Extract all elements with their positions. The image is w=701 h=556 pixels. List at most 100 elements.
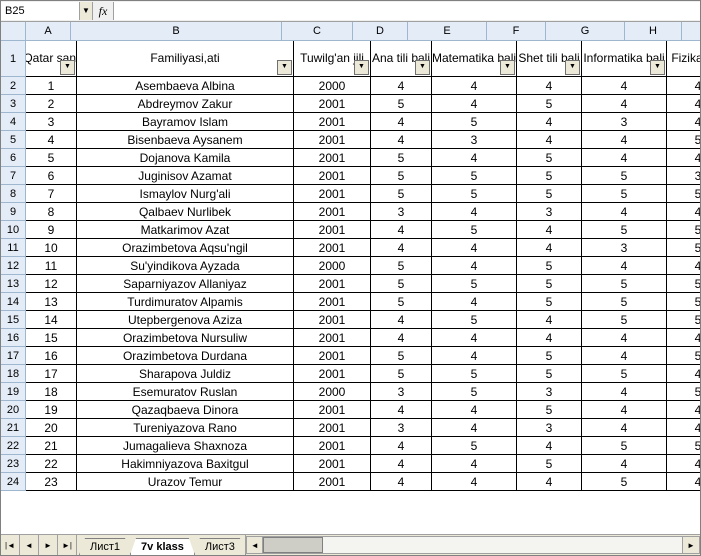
cell[interactable]: 4 <box>582 95 667 113</box>
cell[interactable]: 4 <box>582 347 667 365</box>
cell[interactable]: 16 <box>26 347 77 365</box>
cell[interactable]: 5 <box>26 149 77 167</box>
cell[interactable]: 5 <box>667 311 700 329</box>
cell[interactable]: 6 <box>26 167 77 185</box>
cell[interactable]: 2001 <box>294 221 371 239</box>
column-header-C[interactable]: C <box>282 22 353 40</box>
cell[interactable]: 5 <box>371 293 432 311</box>
cell[interactable]: Utepbergenova Aziza <box>77 311 294 329</box>
row-header[interactable]: 19 <box>1 383 26 401</box>
cell[interactable]: 1 <box>26 77 77 95</box>
cell[interactable]: 4 <box>667 149 700 167</box>
filter-button-A[interactable] <box>60 60 75 75</box>
column-header-D[interactable]: D <box>353 22 408 40</box>
cell[interactable]: 4 <box>667 77 700 95</box>
header-cell-G[interactable]: Informatika bali <box>582 41 667 77</box>
cell[interactable]: Turdimuratov Alpamis <box>77 293 294 311</box>
cell[interactable]: 21 <box>26 437 77 455</box>
cell[interactable]: Qalbaev Nurlibek <box>77 203 294 221</box>
cell[interactable]: 5 <box>667 239 700 257</box>
cell[interactable]: 5 <box>517 401 582 419</box>
row-header[interactable]: 8 <box>1 185 26 203</box>
cell[interactable]: 4 <box>432 149 517 167</box>
column-header-G[interactable]: G <box>546 22 625 40</box>
cell[interactable]: 2001 <box>294 149 371 167</box>
cell[interactable]: Bayramov Islam <box>77 113 294 131</box>
column-header-F[interactable]: F <box>487 22 546 40</box>
row-header[interactable]: 5 <box>1 131 26 149</box>
cell[interactable]: 4 <box>582 149 667 167</box>
cell[interactable]: 4 <box>582 401 667 419</box>
cell[interactable]: 5 <box>432 437 517 455</box>
cell[interactable]: 5 <box>371 275 432 293</box>
row-header[interactable]: 7 <box>1 167 26 185</box>
cell[interactable]: 2001 <box>294 131 371 149</box>
cell[interactable]: 5 <box>667 347 700 365</box>
cell[interactable]: 2001 <box>294 203 371 221</box>
cell[interactable]: Orazimbetova Nursuliw <box>77 329 294 347</box>
cell[interactable]: Jumagalieva Shaxnoza <box>77 437 294 455</box>
cell[interactable]: 15 <box>26 329 77 347</box>
cell[interactable]: 3 <box>517 203 582 221</box>
formula-input[interactable] <box>114 2 700 20</box>
cell[interactable]: 5 <box>432 311 517 329</box>
cell[interactable]: 3 <box>432 131 517 149</box>
cell[interactable]: 2001 <box>294 401 371 419</box>
row-header[interactable]: 2 <box>1 77 26 95</box>
cell[interactable]: 4 <box>371 77 432 95</box>
cell[interactable]: 2001 <box>294 347 371 365</box>
cell[interactable]: 2001 <box>294 293 371 311</box>
cell[interactable]: 4 <box>371 311 432 329</box>
cell[interactable]: Saparniyazov Allaniyaz <box>77 275 294 293</box>
cell[interactable]: 4 <box>432 203 517 221</box>
row-header[interactable]: 9 <box>1 203 26 221</box>
cell[interactable]: 2001 <box>294 329 371 347</box>
cell[interactable]: 4 <box>371 455 432 473</box>
cell[interactable]: 4 <box>517 329 582 347</box>
row-header[interactable]: 17 <box>1 347 26 365</box>
cell[interactable]: 5 <box>667 275 700 293</box>
cell[interactable]: 4 <box>432 419 517 437</box>
cell[interactable]: 4 <box>582 203 667 221</box>
cell[interactable]: 4 <box>432 329 517 347</box>
cell[interactable]: 5 <box>432 221 517 239</box>
cell[interactable]: 2000 <box>294 77 371 95</box>
cell[interactable]: 4 <box>432 347 517 365</box>
cell[interactable]: 5 <box>582 167 667 185</box>
row-header[interactable]: 12 <box>1 257 26 275</box>
cell[interactable]: 4 <box>432 77 517 95</box>
cell[interactable]: 3 <box>371 203 432 221</box>
cell[interactable]: 5 <box>371 167 432 185</box>
nav-first[interactable]: |◄ <box>1 535 20 555</box>
column-header-B[interactable]: B <box>71 22 282 40</box>
cell[interactable]: 4 <box>432 239 517 257</box>
row-header[interactable]: 6 <box>1 149 26 167</box>
cell[interactable]: Ismaylov Nurg'ali <box>77 185 294 203</box>
cell[interactable]: 3 <box>582 113 667 131</box>
cell[interactable]: 5 <box>517 293 582 311</box>
row-header[interactable]: 10 <box>1 221 26 239</box>
cell[interactable]: 4 <box>517 221 582 239</box>
cell[interactable]: 3 <box>582 239 667 257</box>
cell[interactable]: 7 <box>26 185 77 203</box>
cell[interactable]: Bisenbaeva Aysanem <box>77 131 294 149</box>
sheet-tab[interactable]: 7v klass <box>130 538 195 555</box>
cell[interactable]: 2001 <box>294 239 371 257</box>
cell[interactable]: Asembaeva Albina <box>77 77 294 95</box>
cell[interactable]: 5 <box>517 167 582 185</box>
cell[interactable]: 4 <box>371 437 432 455</box>
cell[interactable]: 5 <box>582 293 667 311</box>
column-header-A[interactable]: A <box>26 22 71 40</box>
cell[interactable]: Abdreymov Zakur <box>77 95 294 113</box>
row-header[interactable]: 14 <box>1 293 26 311</box>
cell[interactable]: 5 <box>432 383 517 401</box>
cell[interactable]: 5 <box>667 221 700 239</box>
cell[interactable]: 5 <box>667 437 700 455</box>
cell[interactable]: 4 <box>371 131 432 149</box>
cell[interactable]: 4 <box>371 473 432 491</box>
row-header[interactable]: 15 <box>1 311 26 329</box>
cell[interactable]: 2001 <box>294 113 371 131</box>
cell[interactable]: 4 <box>517 113 582 131</box>
cell[interactable]: 4 <box>667 329 700 347</box>
cell[interactable]: 4 <box>667 95 700 113</box>
